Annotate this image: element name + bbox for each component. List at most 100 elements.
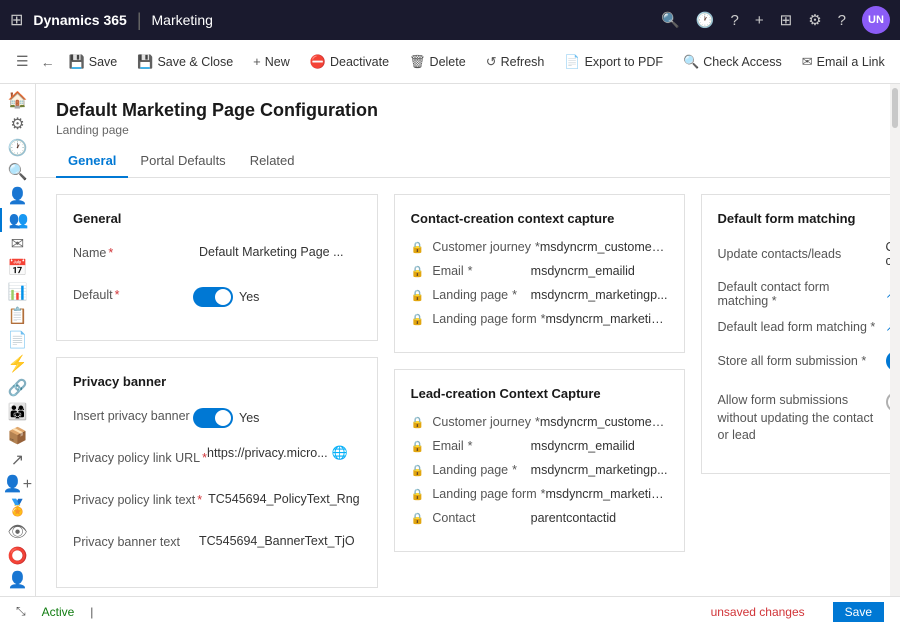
cc-landing-value[interactable]: msdyncrm_marketingp... bbox=[531, 288, 668, 302]
tab-portal-defaults[interactable]: Portal Defaults bbox=[128, 145, 237, 178]
default-form-matching-card: Default form matching Update contacts/le… bbox=[701, 194, 890, 474]
globe-icon[interactable]: 🌐 bbox=[332, 445, 348, 461]
export-pdf-button[interactable]: 📄 Export to PDF bbox=[554, 40, 673, 84]
sidebar-item-page[interactable]: 📄 bbox=[0, 328, 36, 352]
name-value[interactable]: Default Marketing Page ... bbox=[193, 240, 361, 264]
sidebar-item-email[interactable]: ✉ bbox=[0, 232, 36, 256]
help-icon[interactable]: ? bbox=[731, 12, 739, 29]
main-container: 🏠 ⚙ 🕐 🔍 👤 👥 ✉ 📅 📊 📋 📄 ⚡ 🔗 👨‍👩‍👧 📦 ↗ 👤+ 🏅… bbox=[0, 84, 900, 596]
tab-related[interactable]: Related bbox=[238, 145, 307, 178]
default-toggle-switch[interactable] bbox=[193, 287, 233, 307]
settings-icon[interactable]: ⚙ bbox=[808, 11, 821, 29]
sidebar-item-contacts[interactable]: 👥 bbox=[0, 208, 36, 232]
new-icon: + bbox=[253, 54, 261, 69]
footer-save-button[interactable]: Save bbox=[833, 602, 884, 622]
cc-landing-form-row: 🔒 Landing page form * msdyncrm_marketing… bbox=[411, 312, 668, 326]
cc-landing-lock-icon: 🔒 bbox=[411, 289, 425, 302]
grid-icon[interactable]: ⊞ bbox=[10, 10, 23, 30]
privacy-link-text-value[interactable]: TC545694_PolicyText_Rng bbox=[202, 487, 365, 511]
lc-contact-value[interactable]: parentcontactid bbox=[531, 511, 668, 525]
search-icon[interactable]: 🔍 bbox=[661, 11, 680, 29]
sidebar-item-clipboard[interactable]: 📋 bbox=[0, 304, 36, 328]
flow-button[interactable]: ⚡ Flow ▼ bbox=[895, 40, 900, 84]
lc-journey-value[interactable]: msdyncrm_customerjo... bbox=[540, 415, 668, 429]
cc-email-label: 🔒 Email * bbox=[411, 264, 531, 278]
page-header: Default Marketing Page Configuration Lan… bbox=[36, 84, 890, 137]
back-icon[interactable]: ← bbox=[37, 50, 59, 74]
sidebar-item-calendar[interactable]: 📅 bbox=[0, 256, 36, 280]
nav-menu-icon[interactable]: ☰ bbox=[12, 49, 33, 74]
dfm-lead-form-row: Default lead form matching * ↗ Default l… bbox=[718, 320, 890, 334]
sidebar-item-circle[interactable]: ⭕ bbox=[0, 544, 36, 568]
sidebar-item-settings[interactable]: ⚙ bbox=[0, 112, 36, 136]
contact-creation-card: Contact-creation context capture 🔒 Custo… bbox=[394, 194, 685, 353]
lc-email-row: 🔒 Email * msdyncrm_emailid bbox=[411, 439, 668, 453]
status-separator: | bbox=[90, 605, 93, 619]
privacy-banner-text-value[interactable]: TC545694_BannerText_TjO bbox=[193, 529, 361, 553]
email-icon: ✉ bbox=[802, 54, 813, 70]
content-area: Default Marketing Page Configuration Lan… bbox=[36, 84, 890, 596]
avatar[interactable]: UN bbox=[862, 6, 890, 34]
default-label: Default * bbox=[73, 282, 193, 302]
cc-journey-lock-icon: 🔒 bbox=[411, 241, 425, 254]
insert-privacy-toggle-switch[interactable] bbox=[193, 408, 233, 428]
sidebar-item-flow[interactable]: ⚡ bbox=[0, 352, 36, 376]
refresh-button[interactable]: ↺ Refresh bbox=[476, 40, 555, 84]
sidebar-item-box[interactable]: 📦 bbox=[0, 424, 36, 448]
deactivate-button[interactable]: ⛔ Deactivate bbox=[300, 40, 399, 84]
nav-divider: | bbox=[137, 10, 142, 31]
app-logo: Dynamics 365 bbox=[33, 12, 126, 28]
lc-landing-form-value[interactable]: msdyncrm_marketingf... bbox=[545, 487, 667, 501]
sidebar-item-chart[interactable]: 📊 bbox=[0, 280, 36, 304]
default-row: Default * Yes bbox=[73, 282, 361, 312]
sidebar-item-eye[interactable]: 👁 bbox=[0, 520, 36, 544]
page-subtitle: Landing page bbox=[56, 123, 870, 137]
default-toggle: Yes bbox=[193, 282, 259, 312]
sidebar-item-home[interactable]: 🏠 bbox=[0, 88, 36, 112]
sidebar-item-time[interactable]: 🕐 bbox=[0, 136, 36, 160]
filter-icon[interactable]: ⊞ bbox=[780, 11, 793, 29]
delete-icon: 🗑 bbox=[409, 54, 426, 70]
lc-landing-value[interactable]: msdyncrm_marketingp... bbox=[531, 463, 668, 477]
check-access-button[interactable]: 🔍 Check Access bbox=[673, 40, 792, 84]
tab-bar: General Portal Defaults Related bbox=[36, 145, 890, 178]
sidebar-item-search[interactable]: 🔍 bbox=[0, 160, 36, 184]
privacy-link-text-label: Privacy policy link text * bbox=[73, 487, 202, 507]
lc-landing-form-lock-icon: 🔒 bbox=[411, 488, 425, 501]
sidebar-item-user[interactable]: 👤 bbox=[0, 568, 36, 592]
sidebar-item-link[interactable]: 🔗 bbox=[0, 376, 36, 400]
lc-email-value[interactable]: msdyncrm_emailid bbox=[531, 439, 668, 453]
sidebar-item-arrow[interactable]: ↗ bbox=[0, 448, 36, 472]
save-close-button[interactable]: 💾 Save & Close bbox=[127, 40, 243, 84]
lc-contact-lock-icon: 🔒 bbox=[411, 512, 425, 525]
status-bar: ⤡ Active | unsaved changes Save bbox=[0, 596, 900, 626]
cc-landing-form-label: 🔒 Landing page form * bbox=[411, 312, 546, 326]
sidebar-item-person[interactable]: 👤 bbox=[0, 184, 36, 208]
deactivate-icon: ⛔ bbox=[310, 54, 326, 70]
sidebar-item-people[interactable]: 👨‍👩‍👧 bbox=[0, 400, 36, 424]
tab-general[interactable]: General bbox=[56, 145, 128, 178]
new-button[interactable]: + New bbox=[243, 40, 300, 84]
cc-journey-value[interactable]: msdyncrm_customerjo... bbox=[540, 240, 668, 254]
cc-email-row: 🔒 Email * msdyncrm_emailid bbox=[411, 264, 668, 278]
lc-journey-lock-icon: 🔒 bbox=[411, 416, 425, 429]
scrollbar-thumb[interactable] bbox=[892, 88, 898, 128]
email-link-button[interactable]: ✉ Email a Link bbox=[792, 40, 895, 84]
name-required: * bbox=[108, 246, 113, 260]
command-bar: ☰ ← 💾 Save 💾 Save & Close + New ⛔ Deacti… bbox=[0, 40, 900, 84]
delete-button[interactable]: 🗑 Delete bbox=[399, 40, 476, 84]
cc-landing-form-value[interactable]: msdyncrm_marketingf... bbox=[545, 312, 667, 326]
save-button[interactable]: 💾 Save bbox=[59, 40, 128, 84]
lc-contact-row: 🔒 Contact parentcontactid bbox=[411, 511, 668, 525]
dfm-allow-row: Allow form submissions without updating … bbox=[718, 388, 890, 445]
sidebar-item-badge[interactable]: 🏅 bbox=[0, 496, 36, 520]
dfm-store-toggle-switch[interactable] bbox=[886, 351, 890, 371]
lead-creation-card: Lead-creation Context Capture 🔒 Customer… bbox=[394, 369, 685, 552]
clock-icon[interactable]: 🕐 bbox=[696, 11, 715, 29]
plus-icon[interactable]: + bbox=[755, 12, 764, 29]
footer-expand-icon[interactable]: ⤡ bbox=[16, 604, 26, 619]
cc-email-value[interactable]: msdyncrm_emailid bbox=[531, 264, 668, 278]
question-icon[interactable]: ? bbox=[838, 12, 846, 29]
sidebar-item-user-add[interactable]: 👤+ bbox=[0, 472, 36, 496]
dfm-allow-toggle-switch[interactable] bbox=[886, 392, 890, 412]
